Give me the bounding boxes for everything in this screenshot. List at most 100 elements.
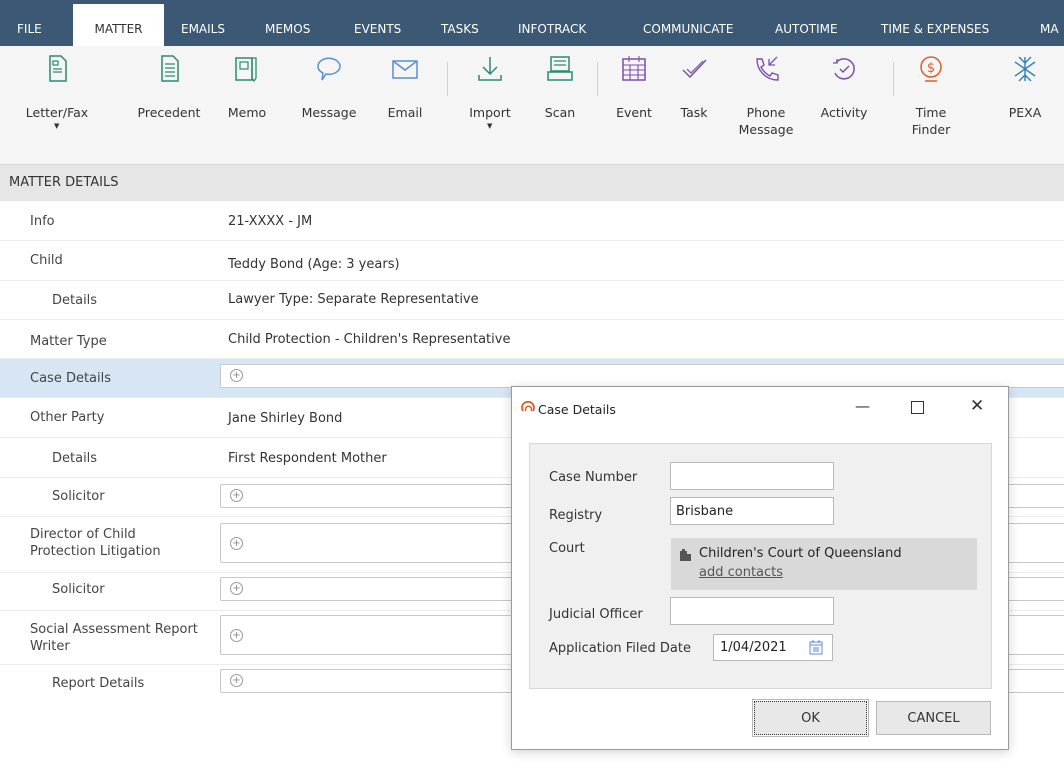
other-party-label: Other Party <box>30 410 105 425</box>
email-button[interactable]: Email <box>380 46 430 156</box>
registry-label: Registry <box>549 508 603 523</box>
activity-button[interactable]: Activity <box>812 46 876 156</box>
envelope-icon <box>392 60 418 79</box>
minimize-icon[interactable]: — <box>855 397 870 415</box>
document-icon <box>49 55 67 82</box>
plus-circle-icon: + <box>230 369 243 382</box>
phone-message-button[interactable]: Phone Message <box>736 46 796 156</box>
case-number-label: Case Number <box>549 470 638 485</box>
child-value[interactable]: Teddy Bond (Age: 3 years) <box>228 257 400 272</box>
tab-communicate[interactable]: COMMUNICATE <box>643 0 733 46</box>
import-label: Import <box>469 105 511 120</box>
social-assessment-line2: Writer <box>30 639 70 654</box>
court-contact-box: Children's Court of Queensland add conta… <box>671 538 977 590</box>
info-value: 21-XXXX - JM <box>228 214 313 229</box>
director-label-line1: Director of Child <box>30 527 136 542</box>
time-finder-line1: Time <box>915 105 947 120</box>
checkmark-icon <box>682 59 707 79</box>
pexa-label: PEXA <box>1008 105 1042 120</box>
activity-icon <box>833 58 855 80</box>
activity-label: Activity <box>820 105 868 120</box>
letter-fax-label: Letter/Fax <box>25 105 89 120</box>
calendar-icon <box>622 56 646 81</box>
memo-button[interactable]: Memo <box>222 46 272 156</box>
ok-button[interactable]: OK <box>752 699 869 737</box>
child-details-value: Lawyer Type: Separate Representative <box>228 292 479 307</box>
ribbon-toolbar: Letter/Fax ▼ Precedent Memo Message Emai… <box>0 46 1064 165</box>
application-filed-date-value: 1/04/2021 <box>720 640 787 655</box>
tab-tasks[interactable]: TASKS <box>441 0 479 46</box>
dialog-title: Case Details <box>538 402 616 417</box>
message-label: Message <box>301 105 357 120</box>
row-matter-type: Matter Type Child Protection - Children'… <box>0 320 1064 359</box>
event-button[interactable]: Event <box>609 46 659 156</box>
tab-matter[interactable]: MATTER <box>73 4 164 46</box>
case-details-dialog: Case Details — ✕ Case Number Registry Br… <box>511 386 1009 750</box>
precedent-button[interactable]: Precedent <box>131 46 207 156</box>
ribbon-separator <box>893 62 894 96</box>
scan-button[interactable]: Scan <box>535 46 585 156</box>
memo-label: Memo <box>227 105 267 120</box>
row-child-details: Details Lawyer Type: Separate Representa… <box>0 281 1064 320</box>
svg-text:$: $ <box>927 61 935 76</box>
plus-circle-icon: + <box>230 629 243 642</box>
close-icon[interactable]: ✕ <box>970 396 984 416</box>
cancel-button[interactable]: CANCEL <box>876 701 991 735</box>
registry-input[interactable]: Brisbane <box>670 497 834 525</box>
other-party-details-value: First Respondent Mother <box>228 451 387 466</box>
application-filed-date-input[interactable]: 1/04/2021 <box>713 634 833 661</box>
time-finder-line2: Finder <box>911 122 951 137</box>
social-assessment-line1: Social Assessment Report <box>30 622 198 637</box>
tab-events[interactable]: EVENTS <box>354 0 401 46</box>
chevron-down-icon: ▼ <box>54 122 60 130</box>
plus-circle-icon: + <box>230 489 243 502</box>
court-name[interactable]: Children's Court of Queensland <box>699 546 902 561</box>
row-child: Child Teddy Bond (Age: 3 years) <box>0 241 1064 281</box>
tab-emails[interactable]: EMAILS <box>181 0 225 46</box>
judicial-officer-input[interactable] <box>670 597 834 625</box>
app-logo-icon <box>521 401 535 412</box>
task-button[interactable]: Task <box>671 46 717 156</box>
matter-type-label: Matter Type <box>30 334 107 349</box>
time-finder-button[interactable]: $ Time Finder <box>905 46 957 156</box>
solicitor-label: Solicitor <box>52 489 105 504</box>
director-label: Director of Child Protection Litigation <box>30 526 161 560</box>
import-button[interactable]: Import ▼ <box>462 46 518 156</box>
calendar-picker-icon[interactable] <box>809 640 823 655</box>
case-details-label: Case Details <box>30 371 112 386</box>
download-arrow-icon <box>478 57 502 81</box>
building-icon <box>680 549 691 561</box>
message-button[interactable]: Message <box>296 46 362 156</box>
scan-label: Scan <box>544 105 576 120</box>
letter-fax-button[interactable]: Letter/Fax ▼ <box>22 46 92 156</box>
report-details-label: Report Details <box>52 676 145 691</box>
message-bubble-icon <box>317 57 341 81</box>
maximize-icon[interactable] <box>911 401 924 414</box>
info-label: Info <box>30 214 55 229</box>
matter-type-value: Child Protection - Children's Representa… <box>228 332 511 347</box>
pexa-icon <box>1014 56 1036 82</box>
director-solicitor-label: Solicitor <box>52 582 105 597</box>
tab-time-expenses[interactable]: TIME & EXPENSES <box>881 0 989 46</box>
event-label: Event <box>616 105 652 120</box>
case-number-input[interactable] <box>670 462 834 490</box>
add-contacts-link[interactable]: add contacts <box>699 565 783 580</box>
plus-circle-icon: + <box>230 582 243 595</box>
tab-file[interactable]: FILE <box>17 0 42 46</box>
pexa-button[interactable]: PEXA <box>1000 46 1050 156</box>
plus-circle-icon: + <box>230 674 243 687</box>
director-label-line2: Protection Litigation <box>30 544 161 559</box>
tab-memos[interactable]: MEMOS <box>265 0 310 46</box>
ribbon-tab-bar: FILE MATTER EMAILS MEMOS EVENTS TASKS IN… <box>0 0 1064 46</box>
tab-more[interactable]: MA <box>1040 0 1059 46</box>
tab-infotrack[interactable]: INFOTRACK <box>518 0 586 46</box>
other-party-value[interactable]: Jane Shirley Bond <box>228 411 342 426</box>
dollar-search-icon: $ <box>920 56 942 82</box>
phone-message-label: Phone Message <box>736 104 796 138</box>
matter-details-header: MATTER DETAILS <box>0 165 1064 201</box>
phone-message-line2: Message <box>738 122 794 137</box>
chevron-down-icon: ▼ <box>487 122 493 130</box>
case-details-add-field[interactable]: + <box>220 364 1064 388</box>
section-title: MATTER DETAILS <box>9 175 119 190</box>
tab-autotime[interactable]: AUTOTIME <box>775 0 838 46</box>
